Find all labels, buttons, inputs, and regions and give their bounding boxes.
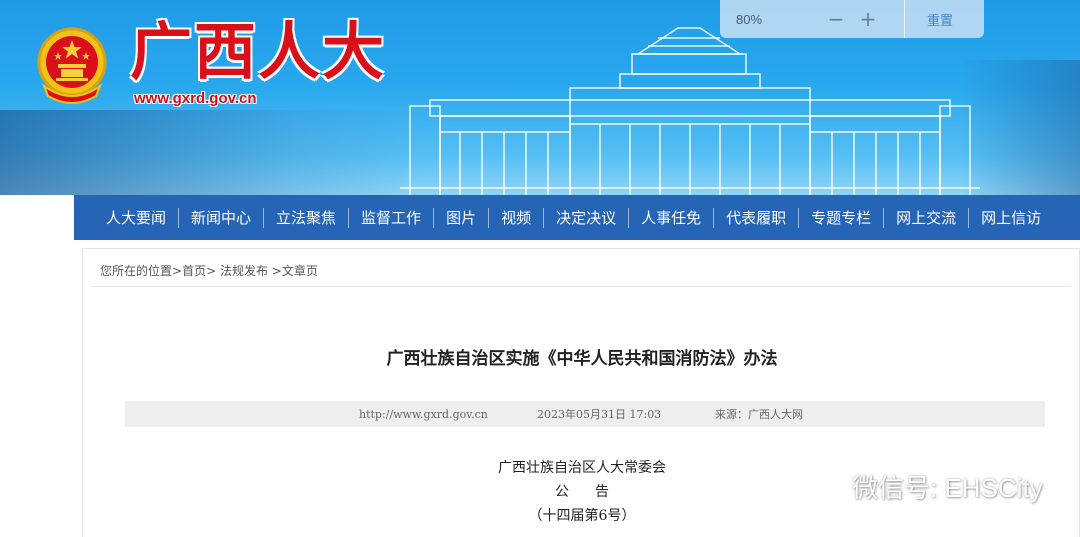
zoom-level-text: 80%: [736, 11, 763, 27]
nav-item-special-topics[interactable]: 专题专栏: [799, 207, 885, 228]
banner-city-haze: [0, 110, 420, 195]
article-meta-source: 来源：广西人大网: [715, 408, 803, 421]
watermark-text: 微信号: EHSCity: [852, 472, 1043, 503]
breadcrumb-home-link[interactable]: 首页: [182, 264, 206, 278]
national-emblem-icon: [37, 27, 107, 104]
breadcrumb: 您所在的位置>首页> 法规发布 >文章页: [100, 262, 318, 279]
nav-item-online-exchange[interactable]: 网上交流: [884, 207, 970, 228]
zoom-out-button[interactable]: −: [820, 7, 852, 31]
main-nav: 人大要闻 新闻中心 立法聚焦 监督工作 图片 视频 决定决议 人事任免 代表履职…: [74, 195, 1080, 240]
article-title: 广西壮族自治区实施《中华人民共和国消防法》办法: [386, 349, 778, 369]
article-meta-url: http://www.gxrd.gov.cn: [359, 407, 488, 421]
zoom-toolbar: 80% − + 重置: [720, 0, 984, 38]
building-illustration: [400, 27, 980, 195]
nav-item-legislation[interactable]: 立法聚焦: [264, 207, 350, 228]
breadcrumb-section-link[interactable]: 法规发布: [220, 264, 268, 278]
breadcrumb-separator: >: [172, 264, 183, 278]
article-meta-bar: http://www.gxrd.gov.cn 2023年05月31日 17:03…: [125, 401, 1045, 427]
zoom-in-button[interactable]: +: [852, 7, 884, 31]
breadcrumb-separator: >: [267, 264, 282, 278]
site-url[interactable]: www.gxrd.gov.cn: [134, 90, 257, 107]
wechat-watermark: 微信号: EHSCity: [800, 466, 1043, 506]
nav-item-resolutions[interactable]: 决定决议: [544, 207, 630, 228]
nav-item-deputies[interactable]: 代表履职: [714, 207, 800, 228]
site-title[interactable]: 广西人大: [130, 16, 386, 88]
breadcrumb-divider: [91, 286, 1071, 287]
breadcrumb-separator: >: [206, 264, 220, 278]
nav-item-appointments[interactable]: 人事任免: [629, 207, 715, 228]
nav-item-supervision[interactable]: 监督工作: [349, 207, 435, 228]
wechat-icon: [800, 468, 844, 503]
nav-item-online-petition[interactable]: 网上信访: [969, 208, 1053, 228]
article-issue-number: （十四届第6号）: [528, 508, 636, 524]
article-meta-time: 2023年05月31日 17:03: [537, 408, 662, 421]
breadcrumb-prefix: 您所在的位置: [100, 264, 173, 278]
nav-item-pictures[interactable]: 图片: [434, 207, 490, 228]
zoom-reset-button[interactable]: 重置: [905, 10, 975, 29]
breadcrumb-current: 文章页: [281, 264, 318, 278]
nav-item-news-highlights[interactable]: 人大要闻: [96, 207, 180, 228]
nav-item-videos[interactable]: 视频: [489, 207, 545, 228]
nav-item-news-center[interactable]: 新闻中心: [179, 207, 265, 228]
